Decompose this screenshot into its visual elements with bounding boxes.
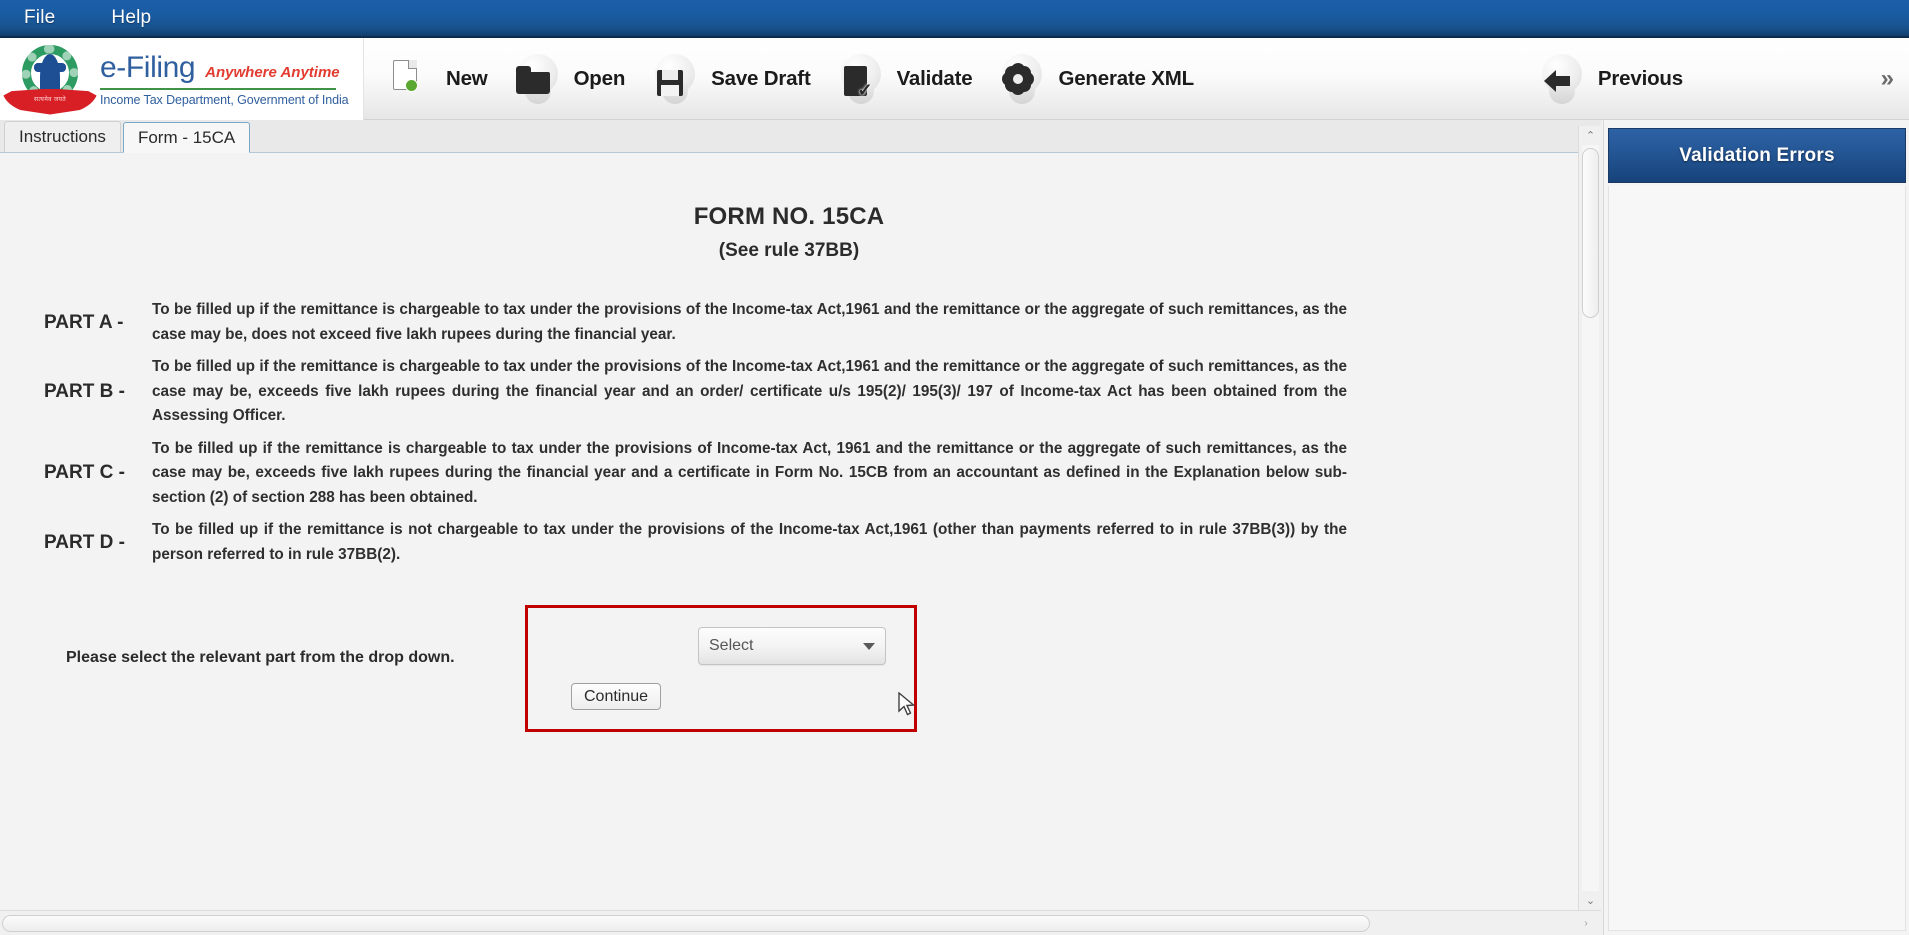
- gear-icon: [992, 48, 1050, 110]
- validation-errors-list: [1608, 186, 1906, 931]
- form-horizontal-scrollbar[interactable]: ‹ ›: [0, 910, 1601, 935]
- form-vertical-scrollbar[interactable]: ⌃ ⌄: [1578, 126, 1601, 910]
- emblem-caption: सत्यमेव जयते: [2, 95, 98, 103]
- tab-form-15ca[interactable]: Form - 15CA: [123, 122, 250, 153]
- part-row: PART B - To be filled up if the remittan…: [40, 355, 1538, 429]
- part-a-label: PART A -: [40, 312, 152, 334]
- toolbar-ribbon: सत्यमेव जयते e-Filing Anywhere Anytime I…: [0, 38, 1909, 120]
- form-parts-list: PART A - To be filled up if the remittan…: [40, 298, 1538, 567]
- validation-errors-header[interactable]: Validation Errors: [1608, 128, 1906, 183]
- part-selection-area: Please select the relevant part from the…: [40, 605, 1538, 755]
- open-button-label: Open: [574, 67, 626, 91]
- brand-department: Income Tax Department, Government of Ind…: [100, 93, 348, 107]
- part-select-dropdown[interactable]: Select: [698, 627, 886, 665]
- brand-block: सत्यमेव जयते e-Filing Anywhere Anytime I…: [0, 38, 364, 120]
- part-row: PART D - To be filled up if the remittan…: [40, 518, 1538, 567]
- scroll-up-arrow-icon[interactable]: ⌃: [1579, 126, 1602, 145]
- part-c-description: To be filled up if the remittance is cha…: [152, 437, 1347, 511]
- part-c-label: PART C -: [40, 462, 152, 484]
- part-b-label: PART B -: [40, 381, 152, 403]
- menu-bar: File Help: [0, 0, 1909, 38]
- save-draft-button[interactable]: Save Draft: [635, 38, 820, 120]
- open-button[interactable]: Open: [498, 38, 636, 120]
- previous-button-label: Previous: [1598, 67, 1683, 91]
- efiling-utility-window: File Help सत्यमेव जयते e-Filing Anywhere…: [0, 0, 1909, 935]
- tab-instructions[interactable]: Instructions: [4, 121, 121, 152]
- scroll-down-arrow-icon[interactable]: ⌄: [1579, 891, 1602, 910]
- document-check-icon: [831, 48, 889, 110]
- scroll-right-arrow-icon[interactable]: ›: [1577, 915, 1595, 932]
- brand-divider: [100, 88, 336, 90]
- brand-tagline: Anywhere Anytime: [205, 64, 339, 81]
- validation-errors-title: Validation Errors: [1679, 145, 1834, 167]
- form-title: FORM NO. 15CA: [40, 203, 1538, 231]
- horizontal-scroll-thumb[interactable]: [2, 915, 1370, 932]
- save-draft-button-label: Save Draft: [711, 67, 810, 91]
- brand-name: e-Filing: [100, 51, 195, 85]
- part-selection-prompt: Please select the relevant part from the…: [66, 649, 455, 667]
- vertical-scroll-thumb[interactable]: [1582, 148, 1599, 318]
- chevron-down-icon: [863, 643, 875, 650]
- generate-xml-button-label: Generate XML: [1058, 67, 1193, 91]
- validation-errors-panel: Validation Errors: [1603, 120, 1909, 935]
- mouse-cursor: [898, 692, 916, 718]
- part-row: PART A - To be filled up if the remittan…: [40, 298, 1538, 347]
- part-a-description: To be filled up if the remittance is cha…: [152, 298, 1347, 347]
- generate-xml-button[interactable]: Generate XML: [982, 38, 1203, 120]
- menu-item-help[interactable]: Help: [101, 4, 169, 33]
- part-row: PART C - To be filled up if the remittan…: [40, 437, 1538, 511]
- form-content-pane: FORM NO. 15CA (See rule 37BB) PART A - T…: [0, 153, 1601, 910]
- new-button[interactable]: New: [370, 38, 498, 120]
- folder-icon: [508, 48, 566, 110]
- part-d-label: PART D -: [40, 532, 152, 554]
- part-b-description: To be filled up if the remittance is cha…: [152, 355, 1347, 429]
- continue-button-label: Continue: [584, 688, 648, 706]
- highlight-box: Select Continue: [525, 605, 917, 732]
- toolbar-overflow-icon[interactable]: »: [1881, 65, 1891, 93]
- menu-item-file[interactable]: File: [14, 4, 73, 33]
- form-sheet: FORM NO. 15CA (See rule 37BB) PART A - T…: [0, 153, 1578, 910]
- arrow-left-icon: [1532, 48, 1590, 110]
- tab-form-15ca-label: Form - 15CA: [138, 128, 235, 148]
- new-button-label: New: [446, 67, 488, 91]
- part-d-description: To be filled up if the remittance is not…: [152, 518, 1347, 567]
- new-page-icon: [380, 48, 438, 110]
- floppy-disk-icon: [645, 48, 703, 110]
- continue-button[interactable]: Continue: [571, 683, 661, 710]
- validate-button[interactable]: Validate: [821, 38, 983, 120]
- tab-strip: Instructions Form - 15CA: [0, 120, 1601, 153]
- toolbar-buttons: New Open Save Draft Validate: [364, 38, 1909, 120]
- income-tax-emblem-icon: सत्यमेव जयते: [2, 39, 98, 119]
- validate-button-label: Validate: [897, 67, 973, 91]
- brand-text: e-Filing Anywhere Anytime Income Tax Dep…: [98, 51, 348, 107]
- previous-button[interactable]: Previous: [1522, 38, 1693, 120]
- part-select-value: Select: [709, 637, 753, 655]
- form-subtitle: (See rule 37BB): [40, 240, 1538, 262]
- tab-instructions-label: Instructions: [19, 127, 106, 147]
